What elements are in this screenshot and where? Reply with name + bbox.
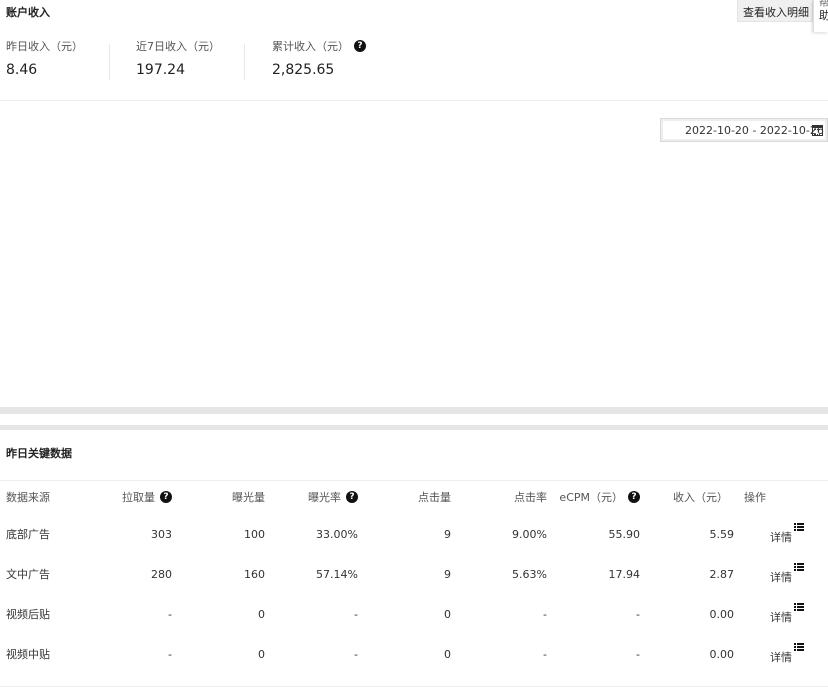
stat-last-7-days: 近7日收入（元） 197.24 — [136, 38, 220, 84]
stat-cumulative: 累计收入（元） ? 2,825.65 — [272, 38, 366, 84]
stat-value: 8.46 — [6, 62, 38, 78]
table-row: 文中广告 280 160 57.14% 9 5.63% 17.94 2.87 详… — [0, 554, 828, 594]
cell-impression-rate: 57.14% — [316, 567, 358, 581]
cell-impression-rate: - — [354, 607, 358, 621]
question-circle-icon[interactable]: ? — [628, 491, 640, 503]
cell-pulls: 280 — [151, 567, 172, 581]
cell-impression-rate: - — [354, 647, 358, 661]
stat-label: 昨日收入（元） — [6, 40, 83, 53]
cell-ecpm: - — [636, 647, 640, 661]
cell-income: 5.59 — [709, 527, 735, 541]
stat-label: 近7日收入（元） — [136, 40, 220, 53]
column-header-action: 操作 — [744, 491, 766, 504]
detail-link[interactable]: 详情 — [770, 523, 804, 545]
detail-link[interactable]: 详情 — [770, 643, 804, 665]
cell-ecpm: 55.90 — [608, 527, 641, 541]
key-data-title: 昨日关键数据 — [6, 447, 72, 460]
table-row: 底部广告 303 100 33.00% 9 9.00% 55.90 5.59 详… — [0, 514, 828, 554]
stat-divider — [244, 44, 245, 80]
column-header-pulls: 拉取量? — [86, 480, 172, 514]
date-range-picker[interactable]: 2022-10-20 - 2022-10-26 — [660, 118, 828, 142]
cell-action: 详情 — [734, 634, 828, 674]
column-header-ecpm: eCPM（元）? — [547, 480, 640, 514]
cell-clicks: 9 — [444, 527, 451, 541]
cell-source: 底部广告 — [6, 528, 50, 541]
detail-label: 详情 — [770, 611, 792, 624]
column-header-label: 拉取量 — [122, 491, 155, 504]
page-header: 账户收入 查看收入明细 帮 助 — [0, 0, 828, 32]
cell-impressions: 0 — [258, 607, 265, 621]
income-stats: 昨日收入（元） 8.46 近7日收入（元） 197.24 累计收入（元） ? 2… — [0, 38, 828, 88]
cell-ctr: - — [543, 647, 547, 661]
stat-value: 2,825.65 — [272, 62, 335, 78]
detail-link[interactable]: 详情 — [770, 563, 804, 585]
column-header-income: 收入（元） — [673, 491, 728, 504]
cell-impressions: 160 — [244, 567, 265, 581]
table-row: 视频中贴 - 0 - 0 - - 0.00 详情 — [0, 634, 828, 674]
cell-pulls: - — [168, 607, 172, 621]
column-header-ctr: 点击率 — [514, 491, 547, 504]
column-header-label: 曝光率 — [308, 491, 341, 504]
stat-label: 累计收入（元） — [272, 40, 349, 53]
cell-clicks: 0 — [444, 647, 451, 661]
cell-impressions: 0 — [258, 647, 265, 661]
cell-source: 视频中贴 — [6, 648, 50, 661]
cell-source: 视频后贴 — [6, 608, 50, 621]
cell-source: 文中广告 — [6, 568, 50, 581]
calendar-icon[interactable] — [812, 125, 823, 136]
detail-label: 详情 — [770, 651, 792, 664]
column-header-impressions: 曝光量 — [232, 491, 265, 504]
detail-label: 详情 — [770, 571, 792, 584]
cell-action: 详情 — [734, 554, 828, 594]
stat-yesterday: 昨日收入（元） 8.46 — [6, 38, 83, 84]
cell-ctr: 5.63% — [512, 567, 547, 581]
list-icon — [794, 643, 804, 651]
page-title: 账户收入 — [6, 6, 50, 19]
detail-link[interactable]: 详情 — [770, 603, 804, 625]
column-header-source: 数据来源 — [6, 491, 50, 504]
divider — [0, 100, 828, 101]
column-header-label: eCPM（元） — [559, 491, 623, 504]
cell-action: 详情 — [734, 514, 828, 554]
divider — [0, 686, 828, 687]
date-range-value: 2022-10-20 - 2022-10-26 — [685, 124, 824, 137]
list-icon — [794, 603, 804, 611]
cell-ecpm: - — [636, 607, 640, 621]
key-data-table: 数据来源 拉取量? 曝光量 曝光率? 点击量 点击率 eCPM（元）? 收入（元… — [0, 480, 828, 674]
cell-ctr: 9.00% — [512, 527, 547, 541]
list-icon — [794, 523, 804, 531]
cell-income: 0.00 — [709, 607, 735, 621]
stat-label-row: 累计收入（元） ? — [272, 38, 366, 54]
cell-ecpm: 17.94 — [608, 567, 641, 581]
cell-income: 0.00 — [709, 647, 735, 661]
stat-value: 197.24 — [136, 62, 185, 78]
table-header-row: 数据来源 拉取量? 曝光量 曝光率? 点击量 点击率 eCPM（元）? 收入（元… — [0, 480, 828, 514]
section-divider — [0, 425, 828, 430]
cell-pulls: - — [168, 647, 172, 661]
cell-income: 2.87 — [709, 567, 735, 581]
cell-pulls: 303 — [151, 527, 172, 541]
cell-impression-rate: 33.00% — [316, 527, 358, 541]
cell-impressions: 100 — [244, 527, 265, 541]
view-income-detail-button[interactable]: 查看收入明细 — [737, 0, 813, 22]
cell-clicks: 0 — [444, 607, 451, 621]
detail-label: 详情 — [770, 531, 792, 544]
column-header-impression-rate: 曝光率? — [265, 480, 358, 514]
question-circle-icon[interactable]: ? — [354, 40, 366, 52]
table-row: 视频后贴 - 0 - 0 - - 0.00 详情 — [0, 594, 828, 634]
list-icon — [794, 563, 804, 571]
question-circle-icon[interactable]: ? — [346, 491, 358, 503]
column-header-clicks: 点击量 — [418, 491, 451, 504]
section-divider — [0, 407, 828, 414]
cell-clicks: 9 — [444, 567, 451, 581]
help-tab-label: 助 — [819, 7, 828, 23]
question-circle-icon[interactable]: ? — [160, 491, 172, 503]
stat-divider — [109, 44, 110, 80]
cell-ctr: - — [543, 607, 547, 621]
cell-action: 详情 — [734, 594, 828, 634]
help-side-tab[interactable]: 帮 助 — [813, 0, 828, 32]
